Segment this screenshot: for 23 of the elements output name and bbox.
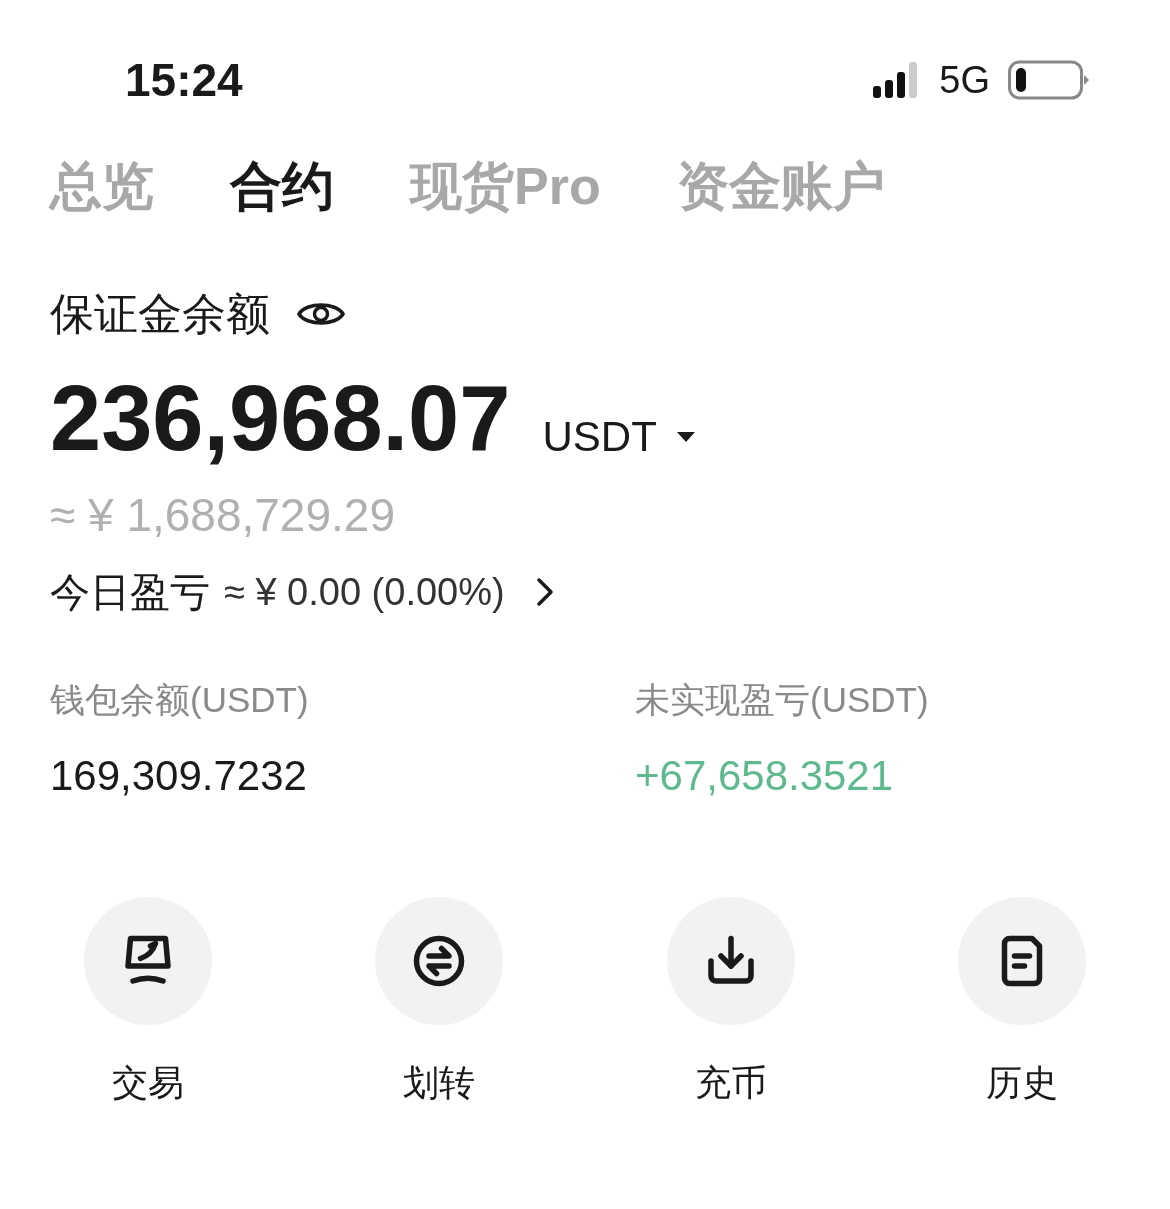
caret-icon [674,430,697,444]
network-label: 5G [939,57,990,103]
action-label: 充币 [694,1065,767,1101]
today-pnl-label: 今日盈亏 [50,572,210,612]
tab[interactable]: 现货Pro [410,160,601,212]
status-time: 15:24 [125,52,243,108]
stat-label: 未实现盈亏(USDT) [635,682,930,717]
action-label: 历史 [986,1065,1059,1101]
action-label: 交易 [111,1065,184,1101]
stat-value: 169,309.7232 [50,755,308,797]
balance-amount: 236,968.07 [50,372,511,464]
tab[interactable]: 资金账户 [676,160,885,212]
stat-label: 钱包余额(USDT) [50,682,310,717]
fiat-equivalent: ≈ ¥ 1,688,729.29 [50,489,395,541]
balance-label: 保证金余额 [50,292,270,336]
currency-selector[interactable]: USDT [542,416,697,458]
chevron-right-icon[interactable] [534,576,555,608]
tab[interactable]: 总览 [50,160,154,212]
battery-icon [1008,60,1090,100]
today-pnl-value: ≈ ¥ 0.00 (0.00%) [224,573,505,611]
action-label: 划转 [403,1065,476,1101]
tab[interactable]: 合约 [230,160,334,212]
stat-value: +67,658.3521 [635,755,895,797]
